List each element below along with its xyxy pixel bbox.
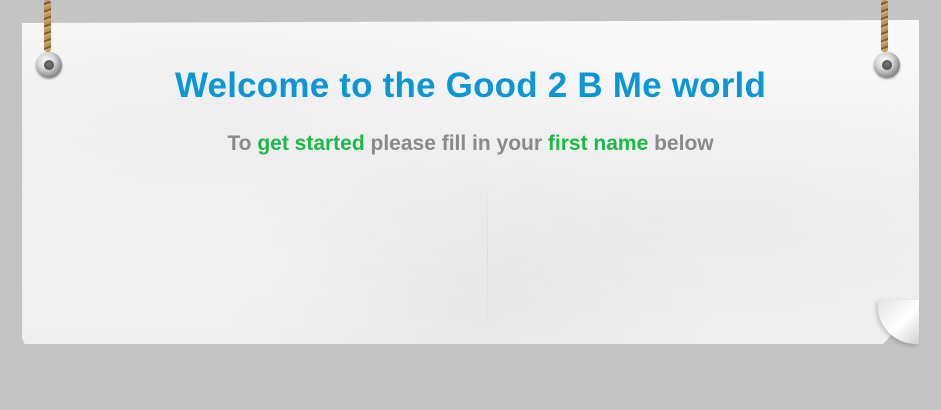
instructions-text: To get started please fill in your first…	[22, 132, 919, 156]
highlight-first-name: first name	[547, 132, 649, 155]
instructions-part-2: please fill in your	[364, 132, 548, 155]
sign-content: Welcome to the Good 2 B Me world To get …	[22, 20, 919, 156]
welcome-title: Welcome to the Good 2 B Me world	[174, 66, 767, 105]
instructions-part-3: below	[648, 132, 714, 155]
highlight-get-started: get started	[257, 132, 365, 155]
instructions-part-1: To	[227, 132, 258, 155]
